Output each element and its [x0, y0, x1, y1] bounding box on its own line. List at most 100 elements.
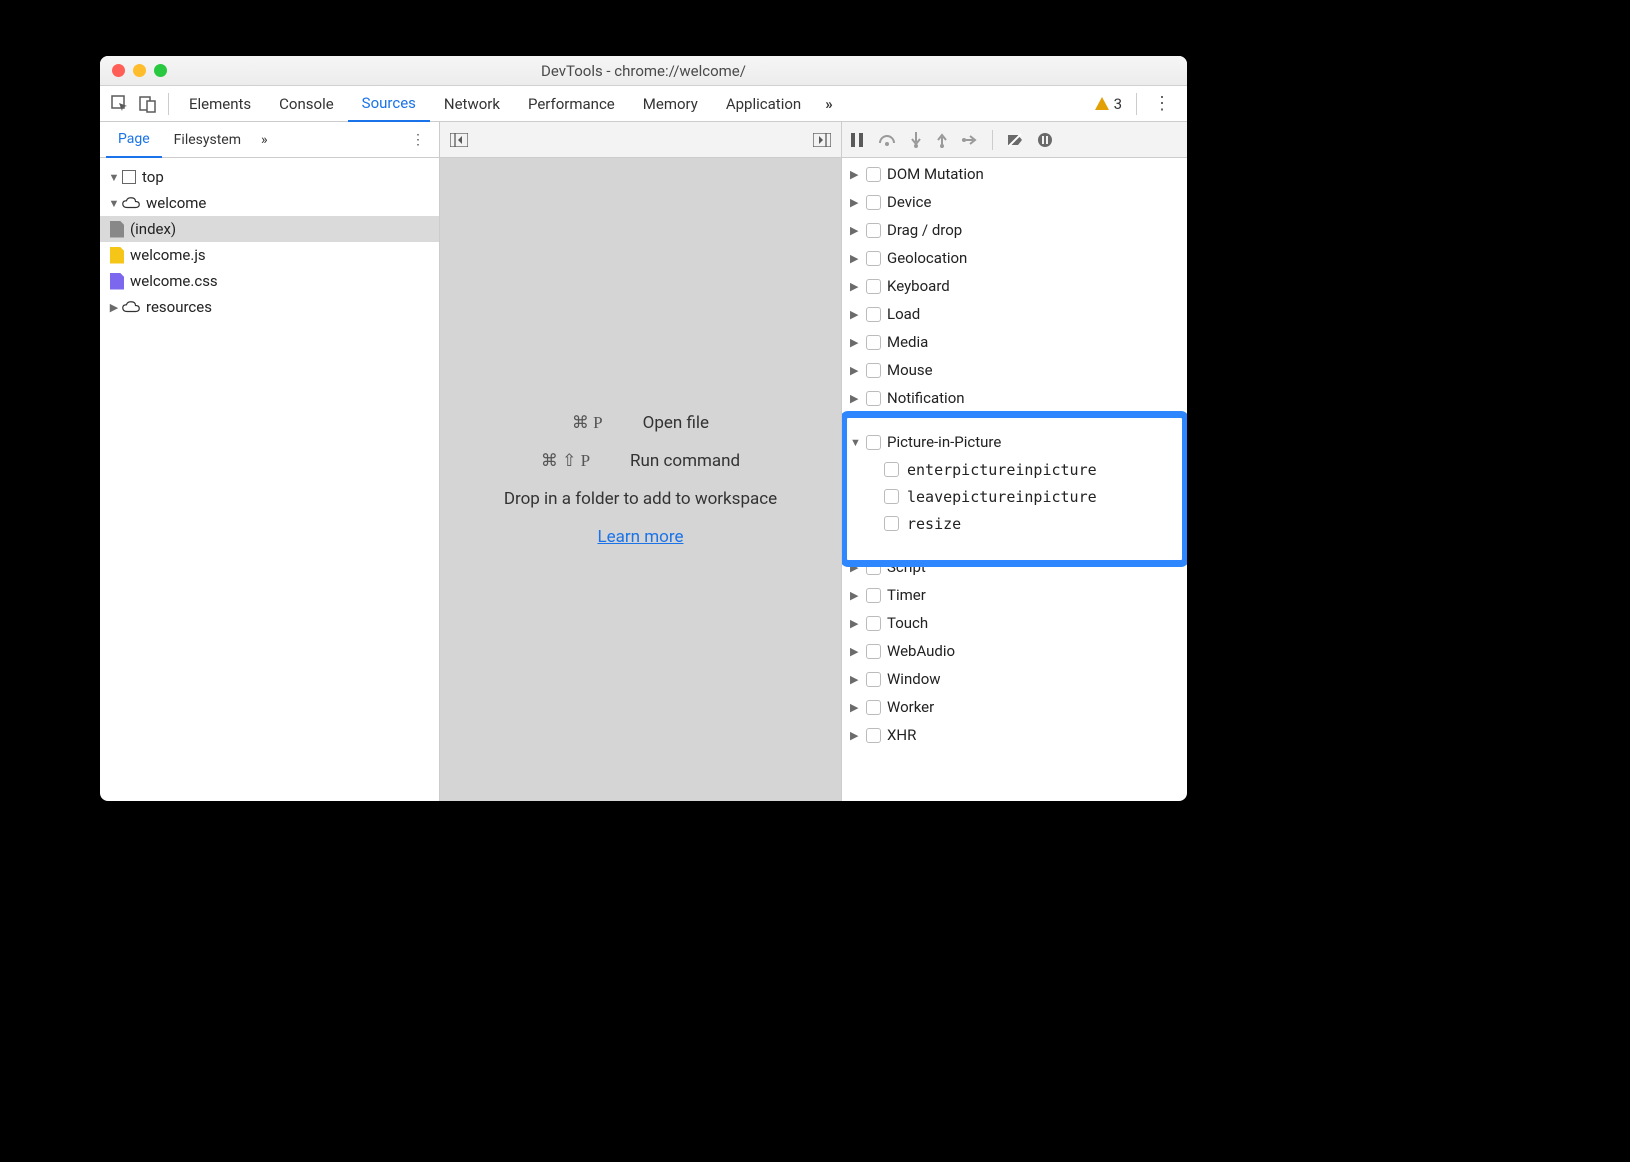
deactivate-breakpoints-icon[interactable]: [1007, 132, 1023, 148]
step-over-icon[interactable]: [878, 133, 896, 147]
tab-performance[interactable]: Performance: [514, 86, 629, 121]
document-icon: [110, 273, 124, 290]
left-tab-page[interactable]: Page: [106, 123, 162, 158]
document-icon: [110, 221, 124, 238]
tree-file-index[interactable]: (index): [100, 216, 439, 242]
checkbox[interactable]: [884, 462, 899, 477]
checkbox[interactable]: [866, 588, 881, 603]
tree-domain-welcome[interactable]: ▼ welcome: [100, 190, 439, 216]
tab-network[interactable]: Network: [430, 86, 514, 121]
bp-cat-dommutation[interactable]: ▶DOM Mutation: [842, 160, 1187, 188]
cloud-icon: [122, 301, 140, 313]
checkbox[interactable]: [884, 489, 899, 504]
bp-cat-mouse[interactable]: ▶Mouse: [842, 356, 1187, 384]
bp-cat-xhr[interactable]: ▶XHR: [842, 721, 1187, 749]
checkbox[interactable]: [866, 307, 881, 322]
collapse-right-icon[interactable]: [813, 133, 831, 147]
checkbox[interactable]: [884, 516, 899, 531]
file-tree: ▼ top ▼ welcome (index) welc: [100, 158, 439, 801]
event-breakpoints: ▶DOM Mutation ▶Device ▶Drag / drop ▶Geol…: [842, 158, 1187, 801]
checkbox[interactable]: [866, 167, 881, 182]
collapse-left-icon[interactable]: [450, 133, 468, 147]
tree-file-welcomecss[interactable]: welcome.css: [100, 268, 439, 294]
frame-icon: [122, 170, 136, 184]
bp-cat-window[interactable]: ▶Window: [842, 665, 1187, 693]
zoom-icon[interactable]: [154, 64, 167, 77]
bp-item-enterpip[interactable]: enterpictureinpicture: [842, 456, 1187, 483]
tab-sources[interactable]: Sources: [348, 87, 430, 122]
left-tabs-more[interactable]: »: [253, 132, 276, 148]
settings-menu-icon[interactable]: ⋮: [1143, 93, 1181, 114]
checkbox[interactable]: [866, 223, 881, 238]
window-title: DevTools - chrome://welcome/: [100, 62, 1187, 80]
checkbox[interactable]: [866, 251, 881, 266]
bp-item-resize[interactable]: resize: [842, 510, 1187, 537]
checkbox[interactable]: [866, 279, 881, 294]
bp-cat-media[interactable]: ▶Media: [842, 328, 1187, 356]
debugger-pane: ▶DOM Mutation ▶Device ▶Drag / drop ▶Geol…: [842, 122, 1187, 801]
pause-exceptions-icon[interactable]: [1037, 132, 1053, 148]
shortcut-runcommand: ⌘ ⇧ P: [541, 451, 590, 471]
step-into-icon[interactable]: [910, 132, 922, 148]
learn-more-link[interactable]: Learn more: [597, 527, 683, 547]
step-out-icon[interactable]: [936, 132, 948, 148]
pause-icon[interactable]: [850, 132, 864, 148]
bp-item-leavepip[interactable]: leavepictureinpicture: [842, 483, 1187, 510]
checkbox[interactable]: [866, 195, 881, 210]
separator: [1136, 93, 1137, 115]
chevron-down-icon: ▼: [108, 171, 120, 184]
bp-cat-load[interactable]: ▶Load: [842, 300, 1187, 328]
bp-cat-touch[interactable]: ▶Touch: [842, 609, 1187, 637]
editor-pane: ⌘ POpen file ⌘ ⇧ PRun command Drop in a …: [440, 122, 842, 801]
bp-cat-webaudio[interactable]: ▶WebAudio: [842, 637, 1187, 665]
tree-label: welcome: [146, 194, 206, 212]
navigator-tabs: Page Filesystem » ⋮: [100, 122, 439, 158]
tab-application[interactable]: Application: [712, 86, 815, 121]
debugger-toolbar: [842, 122, 1187, 158]
warning-icon: [1094, 96, 1110, 112]
minimize-icon[interactable]: [133, 64, 146, 77]
tree-domain-resources[interactable]: ▶ resources: [100, 294, 439, 320]
main-tabbar: Elements Console Sources Network Perform…: [100, 86, 1187, 122]
bp-cat-geolocation[interactable]: ▶Geolocation: [842, 244, 1187, 272]
checkbox[interactable]: [866, 616, 881, 631]
checkbox[interactable]: [866, 391, 881, 406]
drop-hint: Drop in a folder to add to workspace: [504, 489, 777, 509]
close-icon[interactable]: [112, 64, 125, 77]
bp-cat-dragdrop[interactable]: ▶Drag / drop: [842, 216, 1187, 244]
left-tab-filesystem[interactable]: Filesystem: [162, 122, 253, 157]
bp-cat-script[interactable]: ▶Script: [842, 553, 1187, 581]
checkbox[interactable]: [866, 560, 881, 575]
device-toggle-icon[interactable]: [134, 90, 162, 118]
tree-file-welcomejs[interactable]: welcome.js: [100, 242, 439, 268]
tree-label: welcome.css: [130, 272, 218, 290]
checkbox[interactable]: [866, 435, 881, 450]
label-runcommand: Run command: [630, 451, 740, 471]
checkbox[interactable]: [866, 728, 881, 743]
devtools-window: DevTools - chrome://welcome/ Elements Co…: [100, 56, 1187, 801]
step-icon[interactable]: [962, 134, 978, 146]
tab-memory[interactable]: Memory: [629, 86, 712, 121]
bp-cat-notification[interactable]: ▶Notification: [842, 384, 1187, 412]
bp-cat-timer[interactable]: ▶Timer: [842, 581, 1187, 609]
tree-label: resources: [146, 298, 212, 316]
checkbox[interactable]: [866, 700, 881, 715]
bp-cat-keyboard[interactable]: ▶Keyboard: [842, 272, 1187, 300]
tree-frame-top[interactable]: ▼ top: [100, 164, 439, 190]
warnings-badge[interactable]: 3: [1086, 95, 1130, 113]
bp-cat-pip[interactable]: ▼Picture-in-Picture: [842, 428, 1187, 456]
checkbox[interactable]: [866, 672, 881, 687]
checkbox[interactable]: [866, 335, 881, 350]
tabs-overflow[interactable]: »: [815, 95, 843, 113]
navigator-menu-icon[interactable]: ⋮: [403, 132, 433, 148]
bp-cat-device[interactable]: ▶Device: [842, 188, 1187, 216]
editor-tabbar: [440, 122, 841, 158]
separator: [992, 130, 993, 150]
checkbox[interactable]: [866, 644, 881, 659]
label-openfile: Open file: [643, 413, 709, 433]
bp-cat-worker[interactable]: ▶Worker: [842, 693, 1187, 721]
inspect-element-icon[interactable]: [106, 90, 134, 118]
checkbox[interactable]: [866, 363, 881, 378]
tab-console[interactable]: Console: [265, 86, 348, 121]
tab-elements[interactable]: Elements: [175, 86, 265, 121]
